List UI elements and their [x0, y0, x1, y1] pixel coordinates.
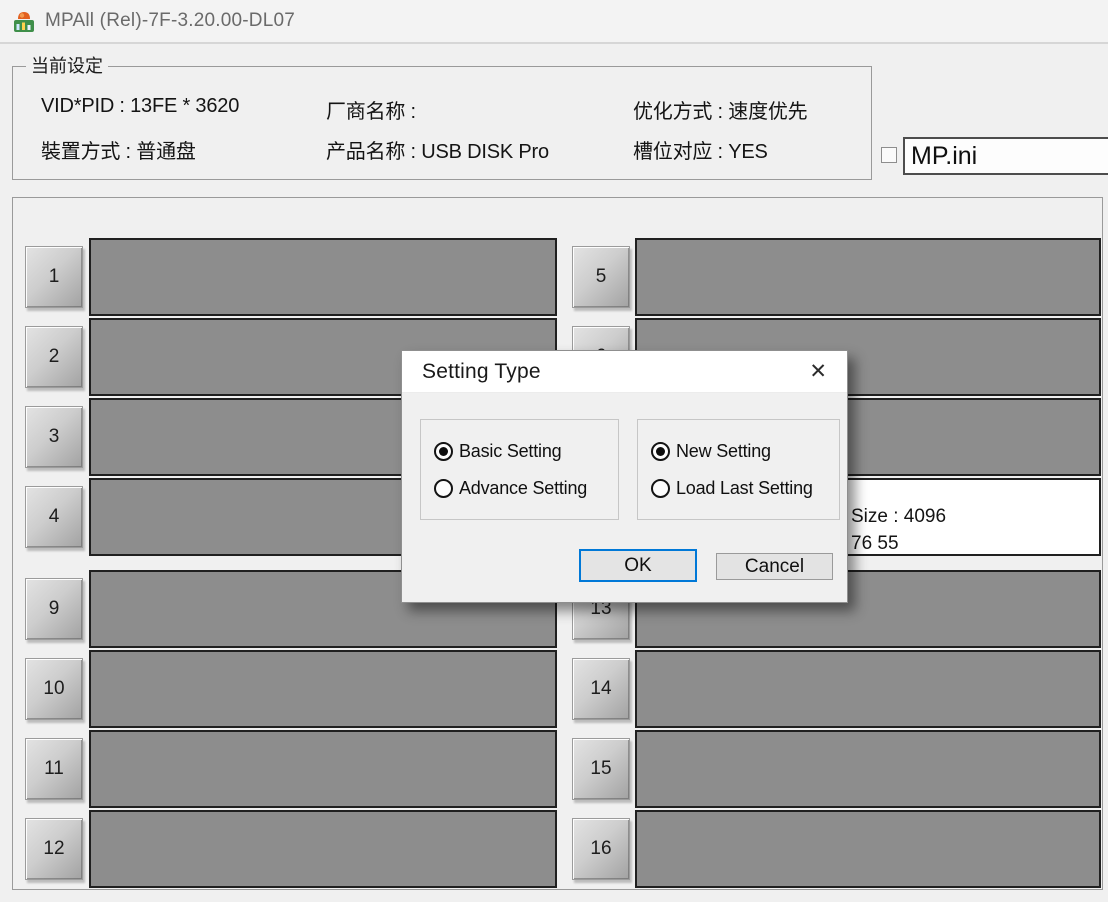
slot-button-5[interactable]: 5: [572, 246, 630, 308]
app-icon: [13, 9, 35, 33]
ok-button[interactable]: OK: [579, 549, 697, 582]
slot-status-bar-16: [635, 810, 1101, 888]
slot-status-bar-5: [635, 238, 1101, 316]
slot-status-bar-15: [635, 730, 1101, 808]
cancel-button[interactable]: Cancel: [716, 553, 833, 580]
app-window: MPAll (Rel)-7F-3.20.00-DL07 当前设定 VID*PID…: [0, 0, 1108, 902]
radio-label: Advance Setting: [459, 478, 587, 499]
slot-status-bar-11: [89, 730, 557, 808]
basic-advance-group: Basic Setting Advance Setting: [420, 419, 619, 520]
radio-circle-icon: [434, 479, 453, 498]
window-title: MPAll (Rel)-7F-3.20.00-DL07: [45, 10, 295, 32]
dialog-title: Setting Type: [422, 360, 541, 384]
current-settings-label: 当前设定: [26, 55, 108, 77]
optimize-mode-value: 优化方式 : 速度优先: [633, 95, 807, 124]
radio-label: Load Last Setting: [676, 478, 813, 499]
mp-ini-checkbox[interactable]: [881, 147, 897, 163]
current-settings-groupbox: 当前设定 VID*PID : 13FE * 3620 厂商名称 : 优化方式 :…: [12, 66, 872, 180]
new-load-group: New Setting Load Last Setting: [637, 419, 840, 520]
mp-ini-filename-input[interactable]: [903, 137, 1108, 175]
slot-status-bar-14: [635, 650, 1101, 728]
slot-button-3[interactable]: 3: [25, 406, 83, 468]
slot-button-1[interactable]: 1: [25, 246, 83, 308]
slot-button-11[interactable]: 11: [25, 738, 83, 800]
radio-circle-icon: [651, 442, 670, 461]
vid-pid-value: VID*PID : 13FE * 3620: [41, 95, 239, 118]
slot-button-2[interactable]: 2: [25, 326, 83, 388]
radio-label: Basic Setting: [459, 441, 561, 462]
radio-label: New Setting: [676, 441, 771, 462]
slot-status-bar-1: [89, 238, 557, 316]
slot-button-12[interactable]: 12: [25, 818, 83, 880]
radio-load-last-setting[interactable]: Load Last Setting: [651, 478, 839, 499]
radio-advance-setting[interactable]: Advance Setting: [434, 478, 618, 499]
dialog-titlebar: Setting Type ✕: [402, 351, 847, 393]
slot-status-bar-10: [89, 650, 557, 728]
radio-circle-icon: [434, 442, 453, 461]
slot-mapping-value: 槽位对应 : YES: [633, 135, 768, 164]
slot-button-4[interactable]: 4: [25, 486, 83, 548]
slot-button-14[interactable]: 14: [572, 658, 630, 720]
device-mode-value: 裝置方式 : 普通盘: [41, 135, 196, 164]
slot-button-15[interactable]: 15: [572, 738, 630, 800]
slot-detect-info: Size : 4096 76 55: [851, 503, 946, 557]
vendor-name-value: 厂商名称 :: [326, 95, 416, 124]
radio-circle-icon: [651, 479, 670, 498]
setting-type-dialog: Setting Type ✕ Basic Setting Advance Set…: [401, 350, 848, 603]
radio-basic-setting[interactable]: Basic Setting: [434, 441, 618, 462]
close-icon[interactable]: ✕: [805, 359, 831, 384]
radio-new-setting[interactable]: New Setting: [651, 441, 839, 462]
window-titlebar: MPAll (Rel)-7F-3.20.00-DL07: [0, 0, 1108, 44]
slot-status-bar-12: [89, 810, 557, 888]
product-name-value: 产品名称 : USB DISK Pro: [326, 135, 549, 164]
slot-button-9[interactable]: 9: [25, 578, 83, 640]
slot-button-16[interactable]: 16: [572, 818, 630, 880]
slot-button-10[interactable]: 10: [25, 658, 83, 720]
